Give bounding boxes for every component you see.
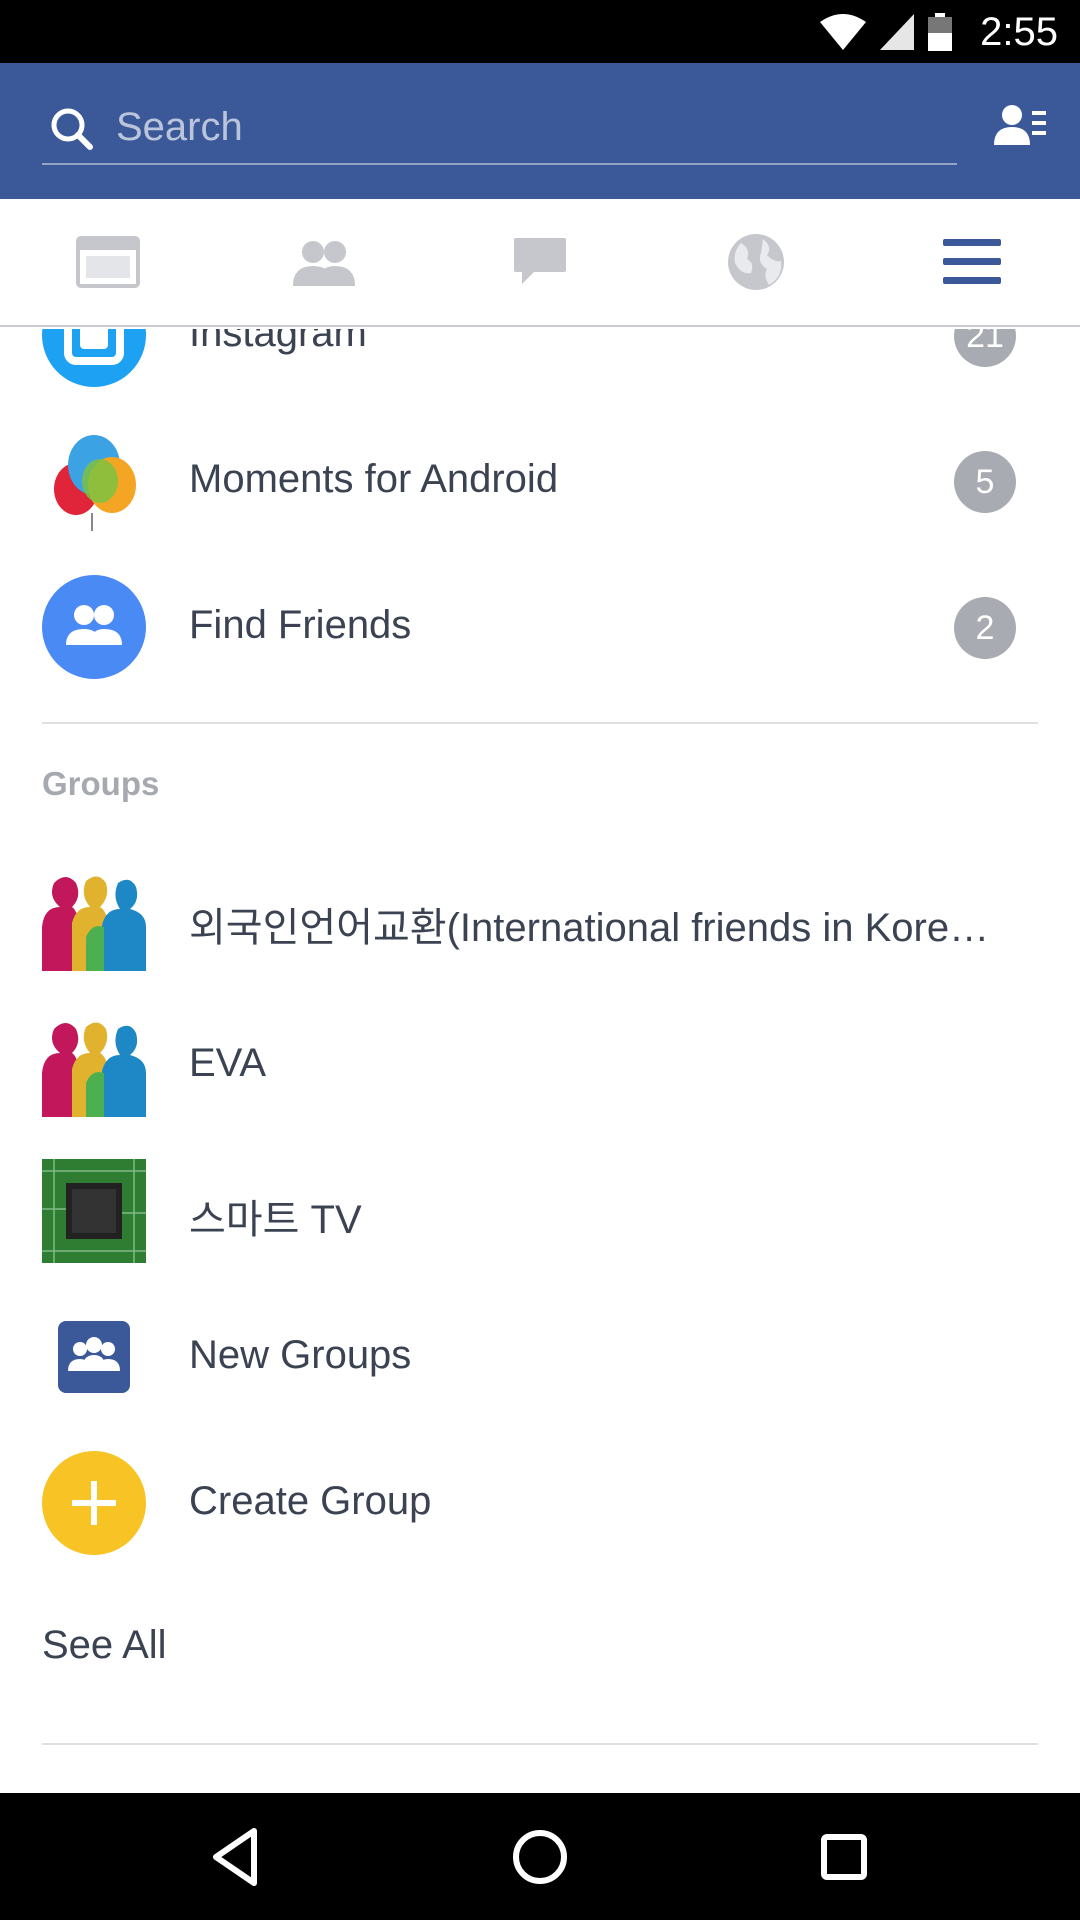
friend-list-icon[interactable] [994,101,1046,153]
list-item-label: Create Group [189,1479,432,1523]
message-icon [514,238,566,284]
friends-icon [293,241,355,286]
tab-notifications[interactable] [648,199,864,325]
circuit-chip-icon [42,1159,146,1263]
count-badge: 5 [954,451,1016,513]
list-item-label: New Groups [189,1333,412,1377]
menu-icon [943,239,1001,284]
group-people-icon [42,1013,146,1117]
status-icons [820,12,952,52]
wifi-icon [820,14,866,50]
clock: 2:55 [980,10,1058,54]
new-groups-icon [58,1321,130,1393]
count-badge: 2 [954,597,1016,659]
list-item-label: Moments for Android [189,457,559,501]
tab-bar [0,199,1080,327]
tab-menu[interactable] [864,199,1080,325]
list-item-instagram[interactable]: Instagram 21 [0,329,1080,409]
recents-icon[interactable] [808,1821,880,1893]
tab-friend-requests[interactable] [216,199,432,325]
section-divider [42,1743,1038,1745]
list-item-group[interactable]: EVA [0,993,1080,1139]
search-input[interactable]: Search [42,95,957,165]
back-icon[interactable] [200,1821,272,1893]
globe-icon [728,234,784,290]
list-item-label: 외국인언어교환(International friends in Kore… [189,906,990,950]
signal-icon [880,14,914,50]
moments-balloons-icon [54,435,136,531]
home-icon[interactable] [504,1821,576,1893]
list-item-new-groups[interactable]: New Groups [0,1285,1080,1431]
count-badge: 21 [954,329,1016,367]
tab-messages[interactable] [432,199,648,325]
search-placeholder: Search [116,105,243,149]
plus-icon [42,1451,146,1555]
search-icon [51,108,93,150]
list-item-label: Instagram [189,329,367,355]
list-item-group[interactable]: 외국인언어교환(International friends in Kore… [0,847,1080,993]
news-feed-icon [76,236,140,288]
list-item-find-friends[interactable]: Find Friends 2 [0,555,1080,701]
list-item-moments[interactable]: Moments for Android 5 [0,409,1080,555]
see-all-link[interactable]: See All [42,1623,167,1668]
status-bar: 2:55 [0,0,1080,63]
list-item-label: Find Friends [189,603,412,647]
list-item-group[interactable]: 스마트 TV [0,1139,1080,1285]
instagram-icon [42,329,146,387]
list-item-label: EVA [189,1041,267,1085]
section-divider [42,722,1038,724]
system-nav-bar [0,1793,1080,1920]
groups-section-title: Groups [42,765,160,802]
menu-list[interactable]: Instagram 21 Moments for Android 5 Find … [0,329,1080,1793]
find-friends-icon [42,575,146,679]
battery-icon [928,13,952,51]
app-bar: Search [0,63,1080,199]
tab-news-feed[interactable] [0,199,216,325]
group-people-icon [42,867,146,971]
list-item-label: 스마트 TV [189,1198,362,1242]
list-item-create-group[interactable]: Create Group [0,1431,1080,1577]
